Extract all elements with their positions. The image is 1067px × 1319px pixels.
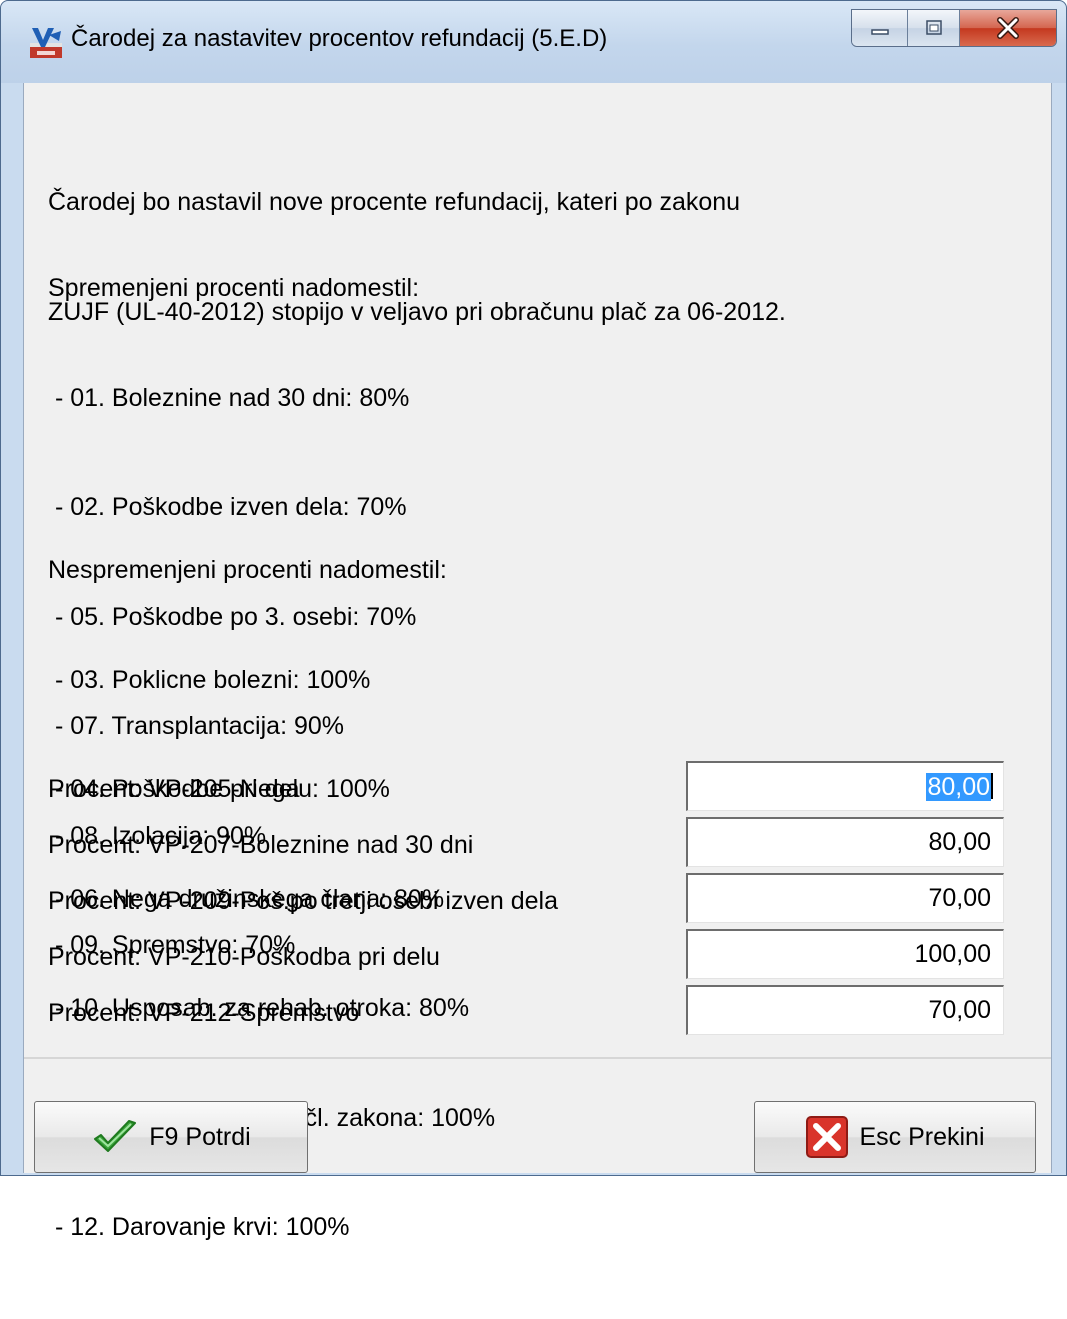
divider (24, 1057, 1051, 1059)
field-label-vp205: Procent: VP-205-Nega (48, 775, 300, 803)
dialog-content: Čarodej bo nastavil nove procente refund… (23, 83, 1052, 1241)
list-item: - 01. Boleznine nad 30 dni: 80% (48, 383, 410, 412)
app-v-icon (30, 28, 62, 58)
percent-input-vp207[interactable] (686, 817, 1004, 867)
field-label-vp212: Procent: VP-212-Spremstvo (48, 999, 360, 1027)
list-item: - 12. Darovanje krvi: 100% (48, 1213, 350, 1241)
confirm-button[interactable]: F9 Potrdi (34, 1101, 308, 1173)
selected-value: 80,00 (926, 773, 991, 801)
confirm-label: F9 Potrdi (149, 1122, 251, 1151)
minimize-icon (870, 29, 889, 35)
field-label-vp207: Procent: VP-207-Boleznine nad 30 dni (48, 831, 474, 859)
close-icon (997, 17, 1019, 39)
maximize-button[interactable] (908, 10, 960, 46)
maximize-icon (925, 20, 942, 35)
text-caret (991, 773, 993, 799)
changed-heading: Spremenjeni procenti nadomestil: (48, 274, 420, 302)
unchanged-heading: Nespremenjeni procenti nadomestil: (48, 556, 447, 584)
window-title: Čarodej za nastavitev procentov refundac… (71, 25, 608, 52)
field-label-vp209: Procent: VP-209-Poš.po tretji osebi izve… (48, 887, 558, 915)
percent-input-vp212[interactable] (686, 985, 1004, 1035)
caption-buttons (851, 9, 1057, 47)
checkmark-icon (94, 1120, 137, 1152)
cancel-button[interactable]: Esc Prekini (754, 1101, 1036, 1173)
cancel-label: Esc Prekini (859, 1122, 985, 1151)
title-bar[interactable]: Čarodej za nastavitev procentov refundac… (1, 1, 1066, 83)
close-button[interactable] (960, 10, 1056, 46)
percent-input-vp210[interactable] (686, 929, 1004, 979)
percent-input-vp209[interactable] (686, 873, 1004, 923)
percent-input-vp205[interactable]: 80,00 (686, 761, 1004, 811)
red-x-icon (806, 1116, 849, 1158)
dialog-window: Čarodej za nastavitev procentov refundac… (0, 0, 1067, 1241)
minimize-button[interactable] (852, 10, 908, 46)
field-label-vp210: Procent: VP-210-Poškodba pri delu (48, 943, 440, 971)
list-item: - 03. Poklicne bolezni: 100% (48, 665, 371, 694)
